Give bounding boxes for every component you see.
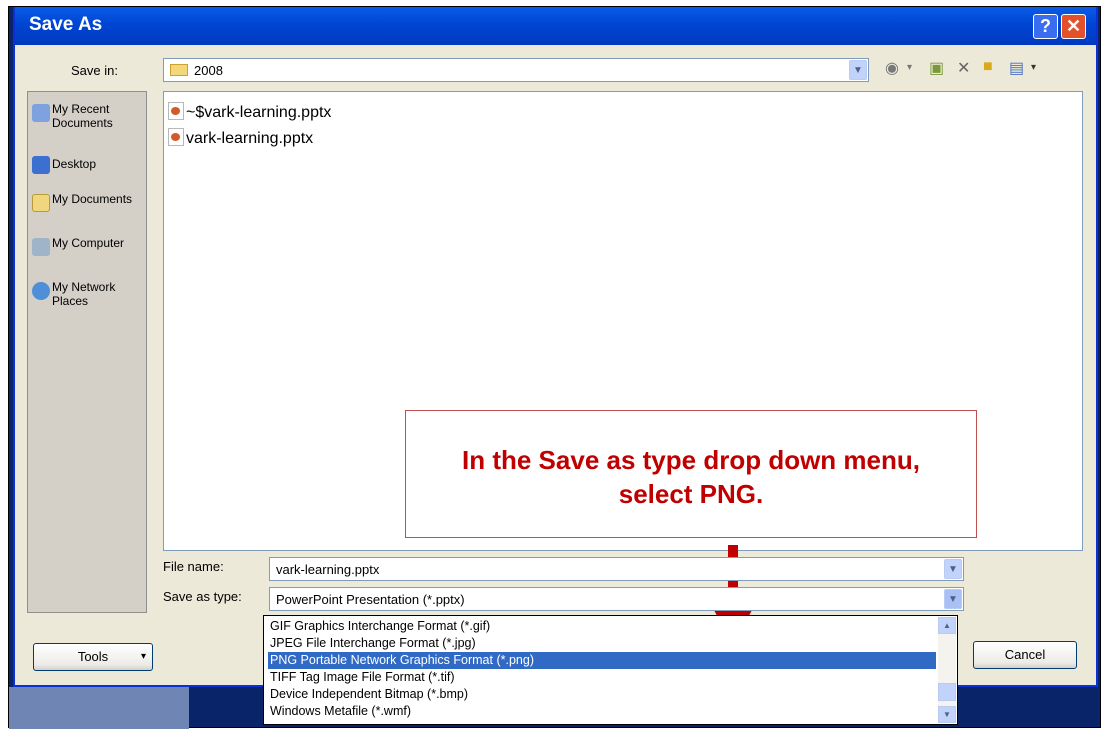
back-icon[interactable]: ◉ xyxy=(885,58,899,78)
file-name-input[interactable]: vark-learning.pptx ▼ xyxy=(269,557,964,581)
place-my-network-places[interactable]: My Network Places xyxy=(32,280,144,314)
tools-label: Tools xyxy=(77,649,109,664)
up-folder-icon[interactable]: ▣ xyxy=(929,58,944,78)
chevron-down-icon[interactable]: ▼ xyxy=(849,60,867,80)
desktop-icon xyxy=(32,156,50,174)
my-documents-icon xyxy=(32,194,50,212)
recent-documents-icon xyxy=(32,104,50,122)
places-bar: My Recent Documents Desktop My Documents… xyxy=(27,91,147,613)
title-bar[interactable]: Save As ? ✕ xyxy=(15,7,1096,45)
save-in-value: 2008 xyxy=(194,63,223,78)
option-png[interactable]: PNG Portable Network Graphics Format (*.… xyxy=(268,652,936,669)
place-label: My Computer xyxy=(52,236,125,250)
chevron-down-icon[interactable]: ▼ xyxy=(944,589,962,609)
folder-icon xyxy=(170,64,188,76)
place-my-recent-documents[interactable]: My Recent Documents xyxy=(32,102,144,136)
network-places-icon xyxy=(32,282,50,300)
save-as-type-label: Save as type: xyxy=(163,589,242,604)
callout-line-2: select PNG. xyxy=(618,479,764,509)
save-as-type-options[interactable]: GIF Graphics Interchange Format (*.gif) … xyxy=(263,615,958,725)
option-gif[interactable]: GIF Graphics Interchange Format (*.gif) xyxy=(268,618,936,635)
views-icon[interactable]: ▤ xyxy=(1009,58,1024,78)
background-strip xyxy=(9,687,189,729)
file-item[interactable]: ~$vark-learning.pptx xyxy=(168,102,331,122)
save-as-dialog: Save As ? ✕ Save in: 2008 ▼ ◉ ▾ ▣ ✕ ■ ▤ … xyxy=(13,7,1098,687)
save-in-dropdown[interactable]: 2008 ▼ xyxy=(163,58,869,82)
pptx-file-icon xyxy=(168,128,184,146)
new-folder-icon[interactable]: ■ xyxy=(983,58,993,76)
place-my-documents[interactable]: My Documents xyxy=(32,192,144,226)
tools-button[interactable]: Tools ▾ xyxy=(33,643,153,671)
scroll-thumb[interactable] xyxy=(938,683,956,701)
place-desktop[interactable]: Desktop xyxy=(32,154,144,174)
callout-line-1: In the Save as type drop down menu, xyxy=(462,445,920,475)
place-label: My Recent Documents xyxy=(52,102,113,130)
views-dropdown-icon[interactable]: ▾ xyxy=(1031,62,1036,73)
back-dropdown-icon[interactable]: ▾ xyxy=(907,62,912,73)
my-computer-icon xyxy=(32,238,50,256)
place-label: My Documents xyxy=(52,192,133,206)
delete-icon[interactable]: ✕ xyxy=(957,58,970,78)
place-my-computer[interactable]: My Computer xyxy=(32,236,144,270)
cancel-button[interactable]: Cancel xyxy=(973,641,1077,669)
option-jpeg[interactable]: JPEG File Interchange Format (*.jpg) xyxy=(268,635,936,652)
file-name-value: vark-learning.pptx xyxy=(276,562,380,577)
scroll-up-icon[interactable]: ▲ xyxy=(938,617,956,634)
chevron-down-icon[interactable]: ▼ xyxy=(944,559,962,579)
options-scrollbar[interactable]: ▲ ▼ xyxy=(938,617,956,723)
save-as-type-dropdown[interactable]: PowerPoint Presentation (*.pptx) ▼ xyxy=(269,587,964,611)
file-item[interactable]: vark-learning.pptx xyxy=(168,128,313,148)
place-label: Desktop xyxy=(52,157,97,171)
file-name: vark-learning.pptx xyxy=(186,130,314,147)
save-in-label: Save in: xyxy=(71,63,118,78)
help-button[interactable]: ? xyxy=(1033,14,1058,39)
option-bmp[interactable]: Device Independent Bitmap (*.bmp) xyxy=(268,686,936,703)
option-wmf[interactable]: Windows Metafile (*.wmf) xyxy=(268,703,936,720)
window-frame: Save As ? ✕ Save in: 2008 ▼ ◉ ▾ ▣ ✕ ■ ▤ … xyxy=(8,6,1101,729)
close-button[interactable]: ✕ xyxy=(1061,14,1086,39)
file-name-label: File name: xyxy=(163,559,224,574)
pptx-file-icon xyxy=(168,102,184,120)
toolbar: ◉ ▾ ▣ ✕ ■ ▤ ▾ xyxy=(885,58,1095,82)
save-as-type-value: PowerPoint Presentation (*.pptx) xyxy=(276,592,465,607)
dialog-title: Save As xyxy=(29,14,103,35)
scroll-down-icon[interactable]: ▼ xyxy=(938,706,956,723)
option-tiff[interactable]: TIFF Tag Image File Format (*.tif) xyxy=(268,669,936,686)
chevron-down-icon: ▾ xyxy=(140,651,146,662)
file-name: ~$vark-learning.pptx xyxy=(186,104,332,121)
place-label: My Network Places xyxy=(52,280,116,308)
instruction-callout: In the Save as type drop down menu, sele… xyxy=(405,410,977,538)
